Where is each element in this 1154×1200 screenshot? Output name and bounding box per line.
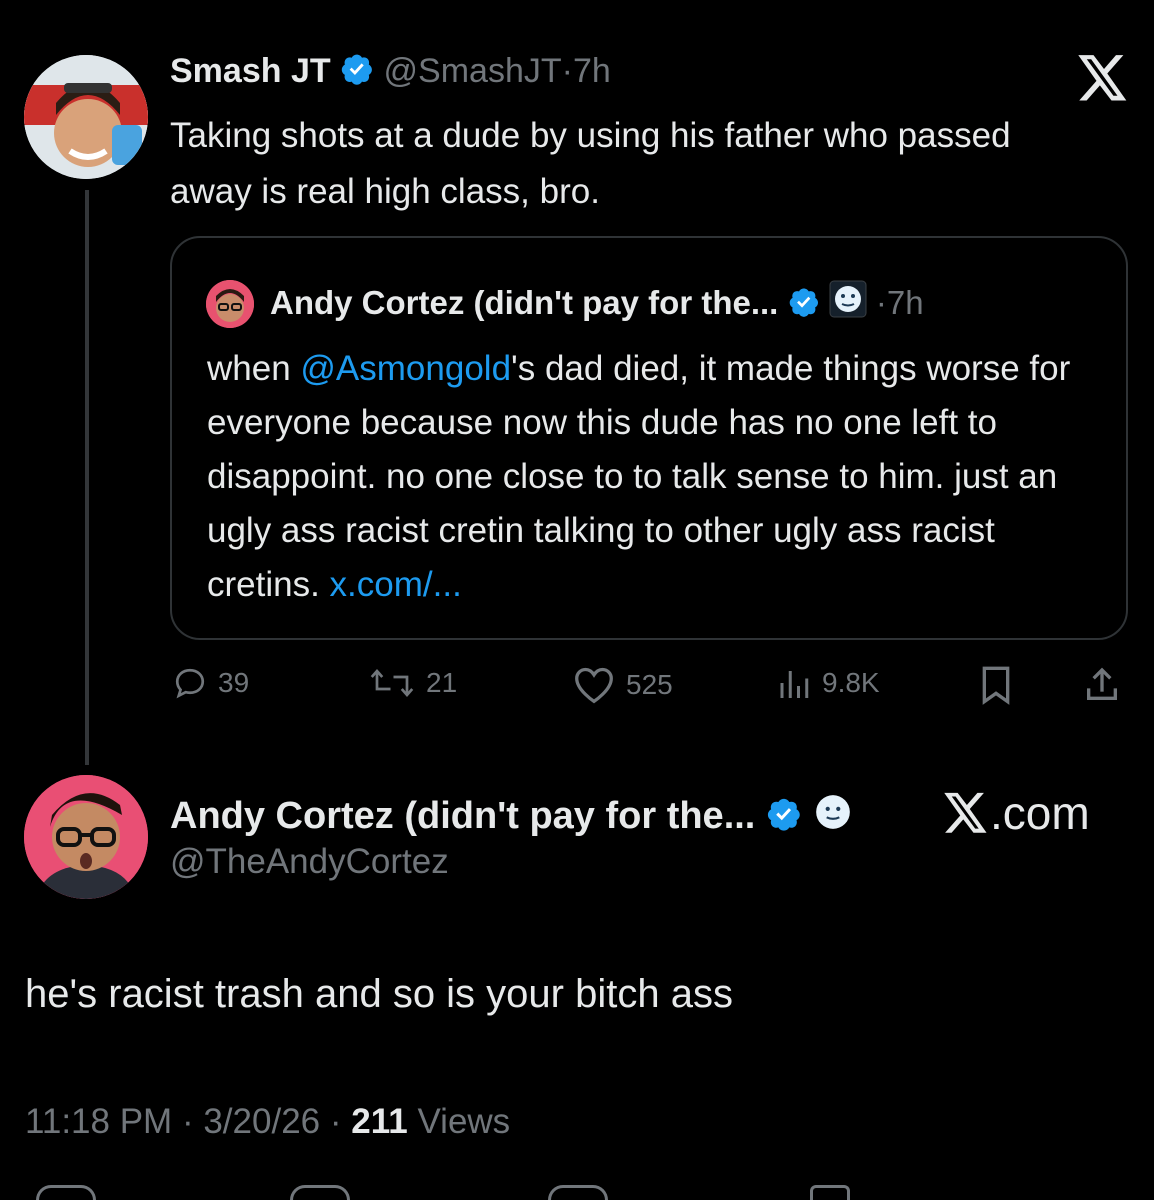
quote-header: Andy Cortez (didn't pay for the... ·7h — [270, 280, 924, 326]
quote-avatar — [206, 280, 254, 328]
tweet2-time[interactable]: 11:18 PM — [25, 1102, 172, 1141]
tweet2-separator-2: · — [329, 1102, 342, 1141]
quoted-tweet-card[interactable]: Andy Cortez (didn't pay for the... ·7h w… — [170, 236, 1128, 640]
reply-button[interactable]: 39 — [172, 665, 249, 701]
like-icon[interactable] — [548, 1185, 608, 1200]
repost-icon[interactable] — [290, 1185, 350, 1200]
views-button[interactable]: 9.8K — [776, 665, 880, 701]
share-icon — [1087, 667, 1117, 700]
emoji-badge-icon — [829, 280, 867, 326]
avatar-andycortez[interactable] — [24, 775, 148, 899]
avatar-image — [24, 775, 148, 899]
quote-url-link[interactable]: x.com/... — [330, 565, 462, 604]
reply-count: 39 — [218, 667, 250, 698]
avatar-image — [24, 55, 148, 179]
xcom-brand: .com — [944, 786, 1090, 840]
views-icon — [780, 671, 809, 698]
tweet2-handle[interactable]: @TheAndyCortez — [170, 842, 449, 882]
quote-author-name[interactable]: Andy Cortez (didn't pay for the... — [270, 284, 778, 321]
tweet1-separator: · — [561, 52, 573, 90]
x-logo-icon — [944, 792, 987, 833]
tweet1-text: Taking shots at a dude by using his fath… — [170, 116, 1011, 211]
tweet2-text: he's racist trash and so is your bitch a… — [25, 972, 733, 1016]
bookmark-icon[interactable] — [810, 1185, 850, 1200]
quote-time[interactable]: 7h — [887, 284, 924, 321]
tweet2-meta: 11:18 PM · 3/20/26 · 211 Views — [25, 1102, 510, 1142]
reply-icon[interactable] — [36, 1185, 96, 1200]
avatar-smashjt[interactable] — [24, 55, 148, 179]
tweet2-views-label: Views — [417, 1102, 511, 1141]
reply-icon — [175, 668, 205, 699]
tweet2-header: Andy Cortez (didn't pay for the... — [170, 792, 853, 842]
quote-text: when @Asmongold's dad died, it made thin… — [207, 342, 1107, 612]
tweet2-views-count: 211 — [351, 1102, 408, 1141]
verified-badge-icon — [340, 52, 374, 95]
xcom-brand-text: .com — [990, 787, 1090, 839]
like-icon — [575, 667, 613, 704]
tweet2-date[interactable]: 3/20/26 — [203, 1102, 320, 1141]
mention-link[interactable]: @Asmongold — [300, 349, 511, 388]
share-button[interactable] — [1082, 665, 1122, 705]
x-logo-icon[interactable] — [1078, 55, 1128, 101]
tweet1-action-bar: 39 21 525 9.8K — [0, 665, 1154, 715]
bookmark-button[interactable] — [978, 665, 1014, 705]
like-count: 525 — [626, 669, 673, 700]
like-button[interactable]: 525 — [572, 665, 673, 705]
tweet1-handle[interactable]: @SmashJT — [384, 52, 562, 90]
verified-badge-icon — [788, 286, 820, 326]
repost-icon — [370, 668, 414, 698]
tweet1-time[interactable]: 7h — [573, 52, 611, 90]
tweet1-header: Smash JT @SmashJT·7h — [170, 52, 611, 95]
views-count: 9.8K — [822, 667, 880, 698]
tweet2-separator-1: · — [181, 1102, 194, 1141]
tweet1-author-name[interactable]: Smash JT — [170, 52, 331, 90]
verified-badge-icon — [766, 796, 802, 842]
emoji-badge-icon — [813, 792, 853, 842]
quote-separator: · — [875, 284, 887, 321]
tweet2-author-name[interactable]: Andy Cortez (didn't pay for the... — [170, 795, 755, 837]
quote-text-prefix: when — [207, 349, 301, 388]
repost-button[interactable]: 21 — [368, 665, 457, 701]
bookmark-icon — [982, 666, 1010, 705]
repost-count: 21 — [426, 667, 458, 698]
